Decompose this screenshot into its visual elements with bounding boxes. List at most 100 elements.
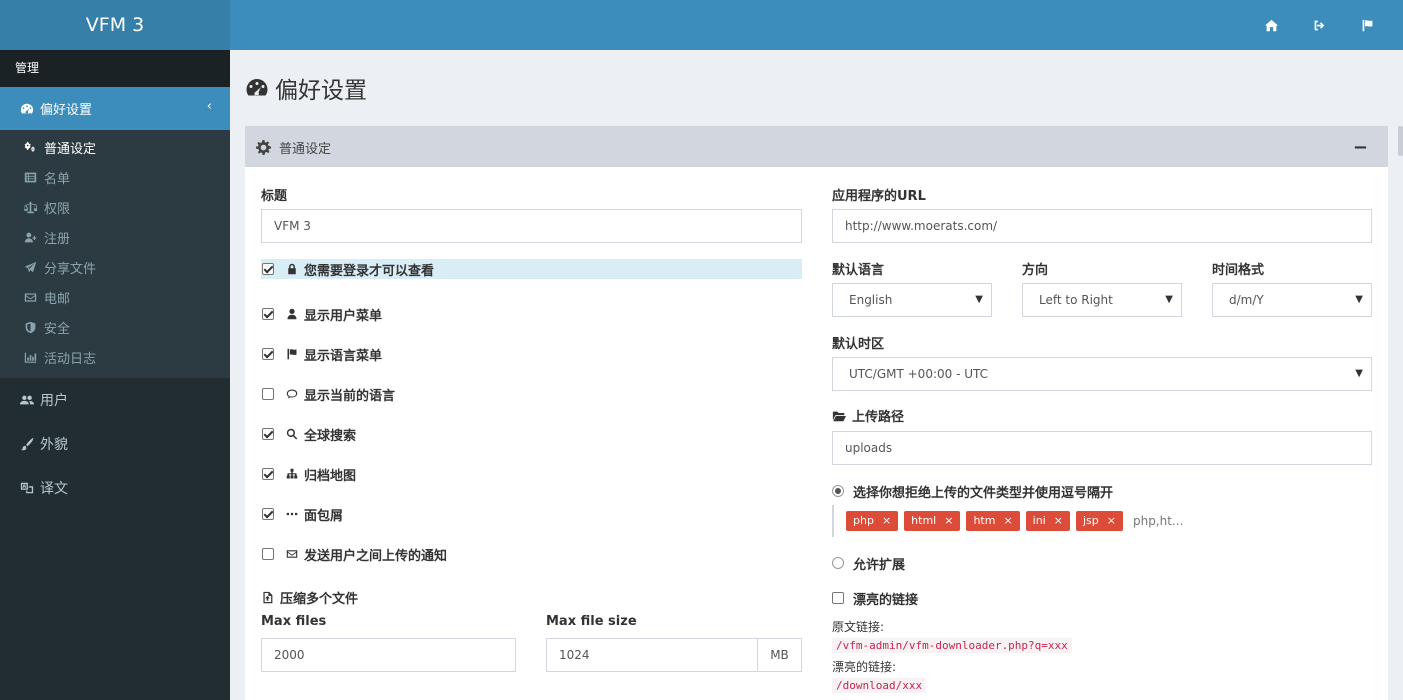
sidebar-item-appearance[interactable]: 外貌 [0, 422, 230, 466]
remove-tag-icon[interactable]: × [1054, 511, 1063, 531]
list-icon [24, 171, 37, 184]
sidebar-submenu: 普通设定 名单 权限 注册 分享文件 电邮 安全 活动日志 [0, 130, 230, 378]
sidebar-subitem-share[interactable]: 分享文件 [0, 252, 230, 282]
folder-open-icon [832, 409, 846, 423]
file-upload-icon [261, 591, 274, 604]
time-format-value: d/m/Y [1229, 293, 1264, 307]
pretty-links-option[interactable]: 漂亮的链接 [832, 588, 1372, 608]
show-current-language-option[interactable]: 显示当前的语言 [261, 384, 802, 404]
sidebar-item-label: 译文 [40, 481, 68, 497]
sidebar-subitem-register[interactable]: 注册 [0, 222, 230, 252]
global-search-option[interactable]: 全球搜索 [261, 424, 802, 444]
sitemap-icon [286, 468, 298, 480]
caret-down-icon: ▼ [1355, 368, 1363, 379]
title-input[interactable] [261, 209, 802, 243]
panel-header: 普通设定 − [245, 127, 1388, 167]
home-icon[interactable] [1247, 0, 1295, 50]
app-url-label: 应用程序的URL [832, 189, 926, 204]
original-link-label: 原文链接: [832, 620, 885, 634]
collapse-button[interactable]: − [1353, 137, 1368, 158]
allow-extensions-label: 允许扩展 [853, 557, 906, 573]
timezone-value: UTC/GMT +00:00 - UTC [849, 367, 989, 381]
show-user-menu-label: 显示用户菜单 [304, 308, 383, 324]
tag-text-input[interactable]: php,ht... [1133, 514, 1183, 528]
sidebar-subitem-activity-log[interactable]: 活动日志 [0, 342, 230, 372]
max-files-label: Max files [261, 614, 327, 629]
upload-notify-option[interactable]: 发送用户之间上传的通知 [261, 544, 802, 564]
reject-types-label: 选择你想拒绝上传的文件类型并使用逗号隔开 [853, 485, 1114, 501]
sidebar-subitem-label: 分享文件 [44, 261, 97, 277]
sidebar-subitem-label: 注册 [44, 231, 71, 247]
bar-chart-icon [24, 351, 37, 364]
remove-tag-icon[interactable]: × [1107, 511, 1116, 531]
breadcrumbs-checkbox[interactable] [262, 508, 274, 520]
caret-down-icon: ▼ [1355, 294, 1363, 305]
scrollbar-thumb[interactable] [1398, 126, 1403, 156]
sidebar-item-preferences[interactable]: 偏好设置 ‹ [0, 87, 230, 130]
cogs-icon [24, 141, 37, 154]
require-login-option[interactable]: 您需要登录才可以查看 [261, 259, 802, 279]
time-format-select[interactable]: d/m/Y ▼ [1212, 283, 1372, 317]
tag-ini: ini × [1025, 511, 1070, 531]
users-icon [20, 393, 34, 407]
upload-path-label-text: 上传路径 [852, 410, 905, 425]
archive-map-option[interactable]: 归档地图 [261, 464, 802, 484]
default-language-value: English [849, 293, 893, 307]
sidebar-subitem-list[interactable]: 名单 [0, 162, 230, 192]
pretty-links-checkbox[interactable] [832, 592, 844, 604]
timezone-select[interactable]: UTC/GMT +00:00 - UTC ▼ [832, 357, 1372, 391]
max-size-label: Max file size [546, 614, 637, 629]
app-url-input[interactable] [832, 209, 1372, 243]
user-plus-icon [24, 231, 37, 244]
app-logo[interactable]: VFM 3 [0, 0, 230, 50]
breadcrumbs-label: 面包屑 [304, 508, 344, 524]
cog-icon [256, 140, 271, 155]
remove-tag-icon[interactable]: × [944, 511, 953, 531]
tag-label: htm [973, 514, 996, 527]
flag-icon[interactable] [1343, 0, 1391, 50]
file-types-tags-input[interactable]: php × html × htm × ini × jsp × php,ht... [832, 505, 1372, 537]
show-language-menu-label: 显示语言菜单 [304, 348, 383, 364]
allow-extensions-radio[interactable] [832, 557, 844, 569]
settings-panel: 普通设定 − 标题 您需要登录才可以查看 显示用户菜单 显示语言菜单 显示当前的… [245, 126, 1388, 700]
require-login-checkbox[interactable] [262, 263, 274, 275]
pretty-link-code: /download/xxx [832, 678, 927, 693]
global-search-checkbox[interactable] [262, 428, 274, 440]
max-files-input[interactable] [261, 638, 516, 672]
show-current-language-checkbox[interactable] [262, 388, 274, 400]
sidebar-item-users[interactable]: 用户 [0, 378, 230, 422]
sidebar-subitem-permissions[interactable]: 权限 [0, 192, 230, 222]
sidebar-subitem-general[interactable]: 普通设定 [0, 132, 230, 162]
direction-select[interactable]: Left to Right ▼ [1022, 283, 1182, 317]
show-language-menu-option[interactable]: 显示语言菜单 [261, 344, 802, 364]
max-size-unit: MB [758, 638, 802, 672]
default-language-select[interactable]: English ▼ [832, 283, 992, 317]
show-language-menu-checkbox[interactable] [262, 348, 274, 360]
remove-tag-icon[interactable]: × [882, 511, 891, 531]
archive-map-checkbox[interactable] [262, 468, 274, 480]
max-size-input[interactable] [546, 638, 758, 672]
remove-tag-icon[interactable]: × [1003, 511, 1012, 531]
allow-extensions-option[interactable]: 允许扩展 [832, 553, 1372, 573]
upload-notify-checkbox[interactable] [262, 548, 274, 560]
sidebar-subitem-email[interactable]: 电邮 [0, 282, 230, 312]
reject-types-radio[interactable] [832, 485, 844, 497]
sidebar-item-translations[interactable]: 译文 [0, 466, 230, 510]
breadcrumbs-option[interactable]: 面包屑 [261, 504, 802, 524]
top-navbar [230, 0, 1403, 50]
envelope-icon [24, 291, 37, 304]
lock-icon [286, 263, 298, 275]
reject-types-option[interactable]: 选择你想拒绝上传的文件类型并使用逗号隔开 [832, 481, 1372, 501]
direction-label: 方向 [1022, 263, 1049, 278]
zip-title-text: 压缩多个文件 [280, 592, 359, 607]
paper-plane-icon [24, 261, 37, 274]
upload-path-input[interactable] [832, 431, 1372, 465]
sidebar-item-label: 用户 [40, 393, 68, 409]
sidebar-subitem-label: 电邮 [44, 291, 71, 307]
show-user-menu-checkbox[interactable] [262, 308, 274, 320]
upload-notify-label: 发送用户之间上传的通知 [304, 548, 448, 564]
search-icon [286, 428, 298, 440]
sign-out-icon[interactable] [1295, 0, 1343, 50]
sidebar-subitem-security[interactable]: 安全 [0, 312, 230, 342]
show-user-menu-option[interactable]: 显示用户菜单 [261, 304, 802, 324]
